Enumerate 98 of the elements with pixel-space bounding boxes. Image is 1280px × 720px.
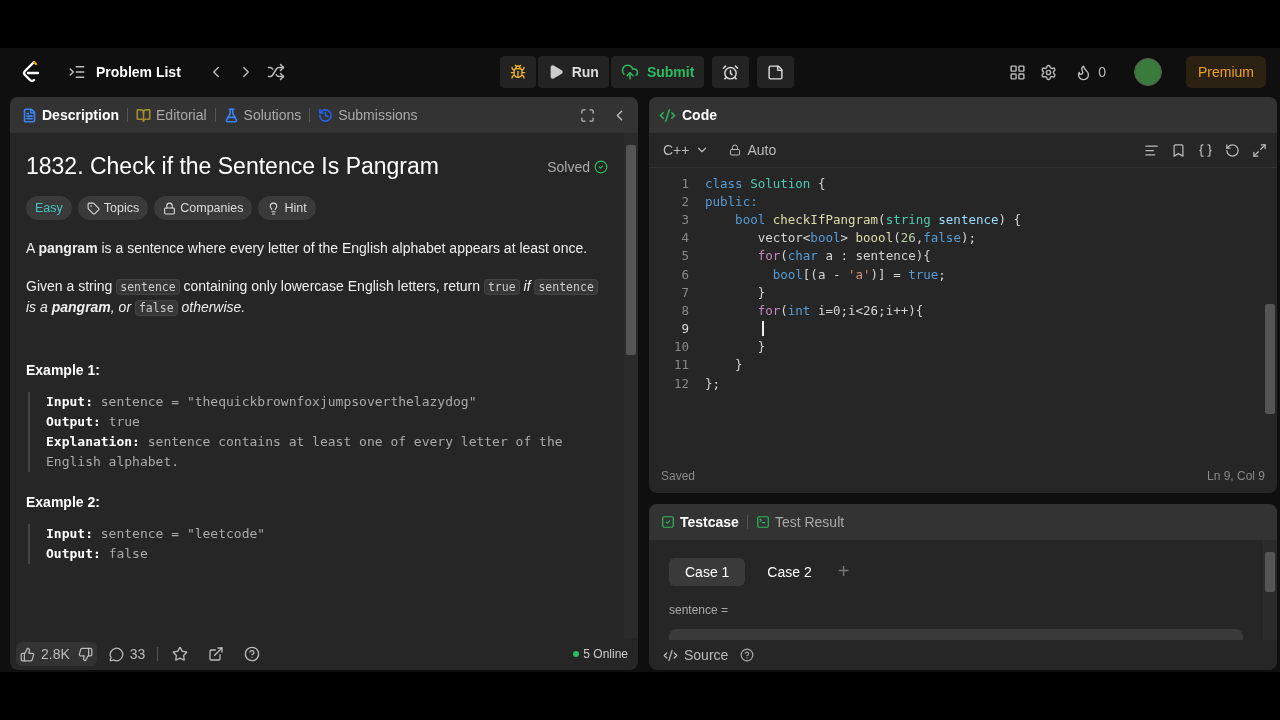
reset-icon[interactable]	[1225, 142, 1240, 158]
line-number: 8	[680, 302, 690, 318]
example-heading: Example 1:	[26, 362, 101, 378]
note-icon	[767, 63, 785, 81]
scrollbar[interactable]	[1263, 540, 1277, 640]
example-heading: Example 2:	[26, 494, 101, 510]
lock-icon	[163, 201, 177, 215]
difficulty-tag[interactable]: Easy	[26, 196, 72, 220]
tag-button[interactable]: Hint	[258, 196, 316, 220]
panel-tab[interactable]: Test Result	[753, 512, 847, 532]
help-icon[interactable]	[740, 648, 755, 662]
panel-tab[interactable]: Testcase	[659, 512, 741, 532]
line-number: 3	[680, 211, 690, 227]
code-line: };	[705, 375, 721, 391]
scrollbar[interactable]	[624, 133, 638, 638]
comments-button[interactable]: 33	[104, 642, 150, 666]
bookmark-icon[interactable]	[1171, 142, 1186, 158]
code-line: for(int i=0;i<26;i++){	[756, 302, 924, 318]
tag-icon	[86, 201, 100, 215]
expand-icon[interactable]	[1252, 142, 1267, 158]
example-line: Explanation: sentence contains at least one of every letter of the English alphabet.	[46, 433, 564, 471]
language-dropdown[interactable]: C++	[659, 138, 714, 162]
source-button[interactable]: Source	[659, 643, 733, 667]
example-line: Input: sentence = "leetcode"	[46, 525, 267, 543]
line-number: 9	[680, 321, 690, 337]
check-circle-icon	[594, 159, 608, 174]
line-number: 2	[680, 193, 690, 209]
example-line: Output: false	[46, 545, 149, 563]
save-status: Saved	[661, 469, 696, 483]
braces-icon[interactable]	[1198, 142, 1213, 158]
tag-button[interactable]: Topics	[77, 196, 149, 220]
description-paragraph: Given a string sentence containing only lowercase English letters, return true if sentence is a pangram, or false otherwise.	[26, 276, 608, 318]
case-tab[interactable]: Case 1	[669, 557, 746, 586]
code-line: }	[734, 357, 743, 373]
logo-icon[interactable]	[22, 61, 42, 83]
lock-icon	[729, 144, 742, 156]
code-line: for(char a : sentence){	[756, 248, 931, 264]
shuffle-icon[interactable]	[266, 63, 285, 81]
online-dot	[573, 651, 580, 657]
problem-title: 1832. Check if the Sentence Is Pangram	[26, 153, 439, 180]
checkbox-icon	[661, 515, 675, 529]
format-icon[interactable]	[1144, 142, 1159, 158]
layout-icon[interactable]	[1009, 63, 1027, 81]
streak-button[interactable]: 0	[1071, 59, 1110, 85]
notes-button[interactable]	[757, 56, 795, 88]
line-number: 7	[680, 284, 690, 300]
run-button[interactable]: Run	[537, 56, 609, 88]
terminal-icon	[755, 515, 770, 529]
cloud-upload-icon	[620, 63, 639, 81]
timer-button[interactable]	[712, 56, 750, 88]
code-line: }	[756, 339, 766, 355]
example-line: Input: sentence = "thequickbrownfoxjumpsoverthelazydog"	[46, 393, 478, 411]
fullscreen-icon[interactable]	[580, 107, 595, 123]
alarm-clock-icon	[722, 63, 740, 81]
problem-list-button[interactable]: Problem List	[62, 59, 187, 85]
case-tab[interactable]: Case 2	[751, 557, 828, 586]
code-line: class Solution {	[705, 175, 826, 191]
solved-status: Solved	[547, 158, 590, 175]
help-icon[interactable]	[244, 646, 261, 662]
cursor-position: Ln 9, Col 9	[1206, 469, 1265, 483]
tag-button[interactable]: Companies	[154, 196, 253, 220]
debug-button[interactable]	[499, 56, 536, 88]
description-paragraph: A pangram is a sentence where every letter of the English alphabet appears at least once.	[26, 239, 589, 258]
line-number: 4	[680, 230, 690, 246]
share-icon[interactable]	[208, 646, 225, 662]
text-cursor	[762, 321, 764, 337]
panel-tab[interactable]: Description	[20, 105, 121, 125]
thumbs-up-icon	[20, 646, 35, 662]
code-line: bool[(a - 'a')] = true;	[771, 266, 946, 282]
line-number: 5	[680, 248, 690, 264]
avatar[interactable]	[1134, 58, 1162, 86]
code-icon	[659, 106, 676, 124]
premium-button[interactable]: Premium	[1186, 56, 1266, 88]
panel-title: Code	[682, 107, 717, 123]
online-count: 5 Online	[583, 647, 628, 661]
submit-button[interactable]: Submit	[610, 56, 705, 88]
panel-tab[interactable]: Submissions	[316, 105, 420, 125]
thumbs-down-icon	[77, 646, 93, 662]
line-number: 10	[672, 339, 690, 355]
example-line: Output: true	[46, 413, 141, 431]
code-line: vector<bool> boool(26,false);	[756, 230, 976, 246]
auto-mode-button[interactable]: Auto	[725, 138, 781, 162]
list-icon	[68, 63, 86, 81]
code-line: public:	[705, 193, 758, 209]
line-number: 6	[680, 266, 690, 282]
line-number: 1	[680, 175, 690, 191]
comment-icon	[108, 646, 124, 662]
bug-icon	[509, 64, 526, 80]
code-line: bool checkIfPangram(string sentence) {	[734, 211, 1022, 227]
code-line: }	[756, 284, 766, 300]
line-number: 12	[672, 375, 690, 391]
settings-icon[interactable]	[1040, 63, 1058, 81]
panel-tab[interactable]: Solutions	[221, 105, 304, 125]
line-number: 11	[672, 357, 690, 373]
panel-tab[interactable]: Editorial	[134, 105, 209, 125]
code-icon	[663, 647, 678, 663]
star-icon[interactable]	[172, 646, 189, 662]
parameter-label: sentence =	[669, 603, 730, 617]
